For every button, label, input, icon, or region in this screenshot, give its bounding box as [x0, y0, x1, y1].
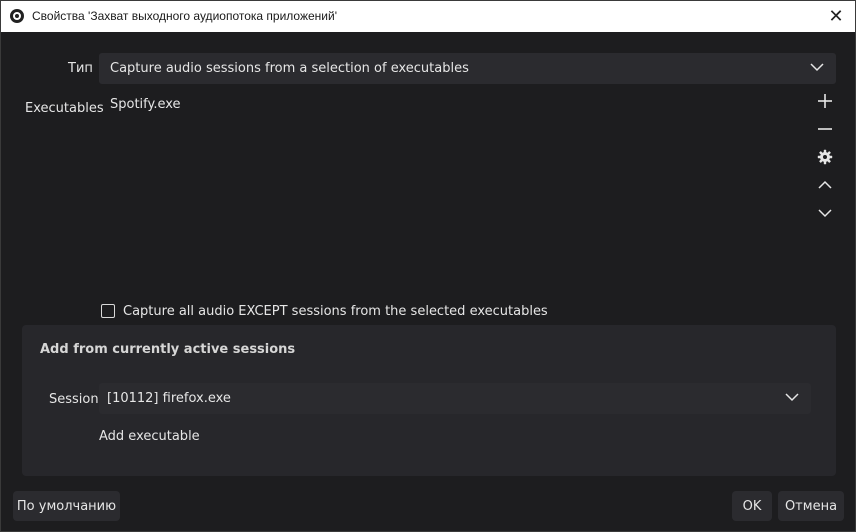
- remove-icon: [818, 128, 832, 130]
- active-sessions-group: Add from currently active sessions Sessi…: [22, 325, 836, 476]
- session-label: Session: [49, 392, 99, 407]
- add-icon: [818, 94, 832, 108]
- executables-label: Executables: [25, 101, 104, 116]
- add-executable-button[interactable]: Add executable: [99, 429, 200, 444]
- window-title: Свойства 'Захват выходного аудиопотока п…: [32, 9, 337, 23]
- obs-logo-icon: [10, 9, 24, 23]
- chevron-down-icon: [810, 63, 824, 72]
- group-title: Add from currently active sessions: [40, 342, 296, 357]
- defaults-button[interactable]: По умолчанию: [13, 491, 120, 521]
- session-select[interactable]: [10112] firefox.exe: [99, 383, 811, 414]
- exclude-checkbox-label[interactable]: Capture all audio EXCEPT sessions from t…: [123, 304, 548, 319]
- type-select-value: Capture audio sessions from a selection …: [110, 61, 469, 76]
- type-label: Тип: [68, 61, 93, 76]
- ok-button[interactable]: OK: [732, 491, 772, 521]
- type-select[interactable]: Capture audio sessions from a selection …: [99, 53, 836, 84]
- title-bar: Свойства 'Захват выходного аудиопотока п…: [1, 1, 855, 32]
- gear-icon: [817, 149, 833, 165]
- list-item[interactable]: Spotify.exe: [110, 97, 181, 112]
- properties-dialog: Свойства 'Захват выходного аудиопотока п…: [0, 0, 856, 532]
- chevron-up-icon: [818, 180, 832, 189]
- add-button[interactable]: [813, 89, 837, 113]
- close-icon[interactable]: ✕: [825, 5, 847, 27]
- executables-list[interactable]: Spotify.exe: [99, 89, 809, 289]
- exclude-checkbox[interactable]: [101, 304, 115, 318]
- remove-button[interactable]: [813, 117, 837, 141]
- chevron-down-icon: [785, 393, 799, 402]
- session-select-value: [10112] firefox.exe: [107, 391, 231, 406]
- chevron-down-icon: [818, 209, 832, 218]
- move-down-button[interactable]: [813, 201, 837, 225]
- cancel-button[interactable]: Отмена: [778, 491, 844, 521]
- move-up-button[interactable]: [813, 173, 837, 197]
- properties-button[interactable]: [813, 145, 837, 169]
